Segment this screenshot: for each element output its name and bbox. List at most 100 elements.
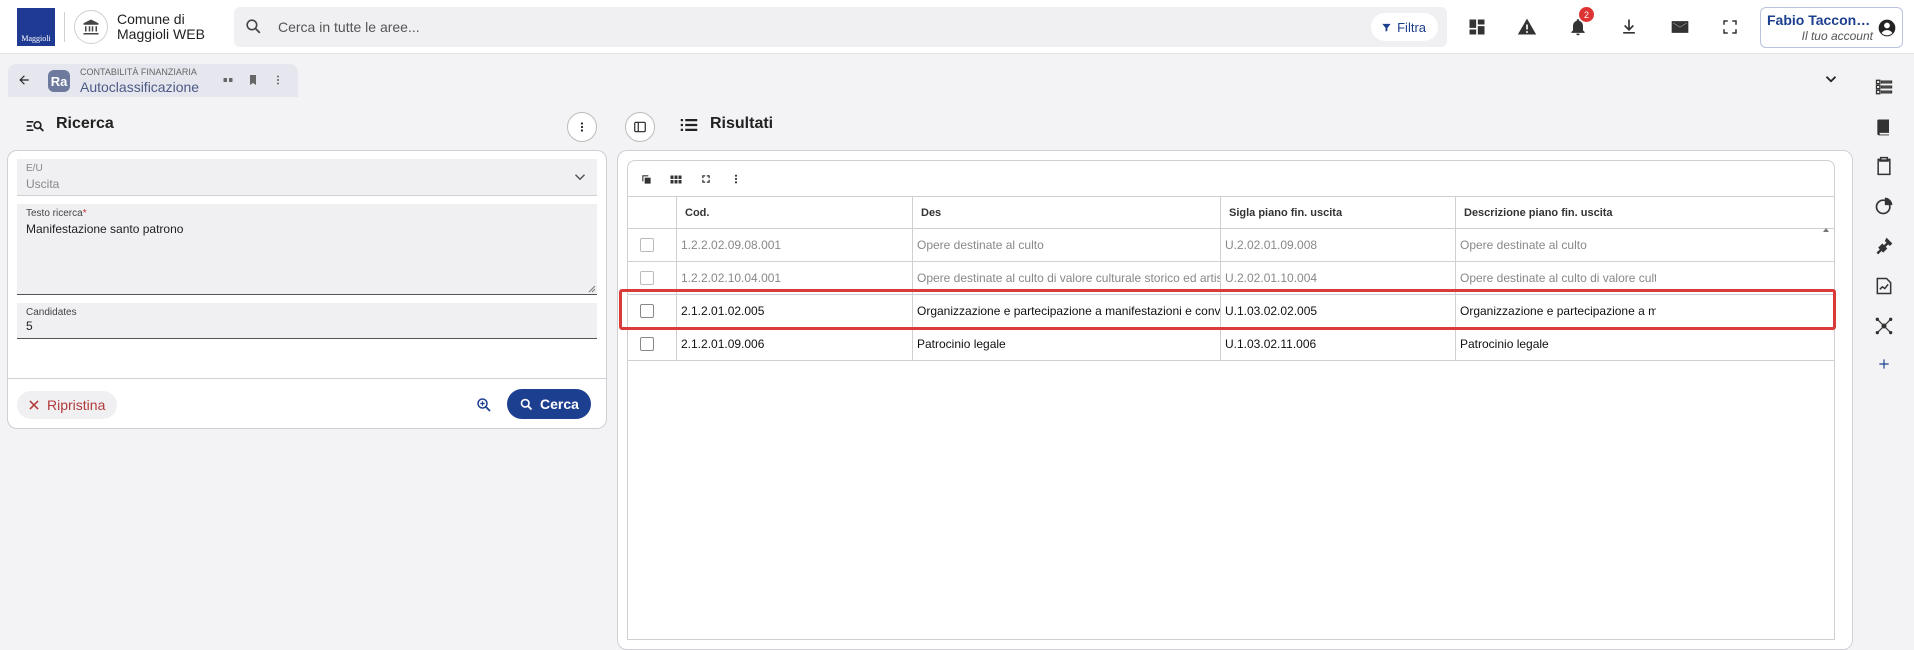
cell-sigla: U.1.03.02.11.006	[1221, 328, 1456, 360]
table-row[interactable]: 1.2.2.02.09.08.001 Opere destinate al cu…	[628, 229, 1834, 262]
cell-cod: 1.2.2.02.09.08.001	[677, 229, 913, 261]
column-header-sigla[interactable]: Sigla piano fin. uscita	[1221, 197, 1456, 228]
search-text-value: Manifestazione santo patrono	[26, 222, 184, 236]
org-name-line2: Maggioli WEB	[117, 26, 205, 42]
zoom-in-button[interactable]	[471, 392, 497, 418]
tab-module-label: CONTABILITÀ FINANZIARIA	[80, 67, 197, 77]
table-row[interactable]: 2.1.2.01.09.006 Patrocinio legale U.1.03…	[628, 328, 1834, 361]
search-text-field[interactable]: Testo ricerca* Manifestazione santo patr…	[17, 204, 597, 295]
search-text-label-text: Testo ricerca	[26, 208, 83, 219]
cell-descrizione: Patrocinio legale	[1460, 337, 1549, 351]
column-header-cod[interactable]: Cod.	[677, 197, 913, 228]
search-text-label: Testo ricerca*	[26, 208, 87, 219]
scroll-up-icon[interactable]	[1822, 226, 1830, 234]
grid-toolbar	[628, 161, 1834, 197]
tab-more-icon[interactable]	[272, 74, 284, 86]
notifications-icon[interactable]: 2	[1562, 7, 1594, 43]
zoom-in-icon	[475, 396, 493, 414]
search-form: E/U Uscita Testo ricerca* Manifestazione…	[7, 150, 607, 429]
search-more-button[interactable]	[567, 112, 597, 142]
account-subtitle: Il tuo account	[1801, 29, 1873, 43]
expand-icon[interactable]	[698, 171, 714, 187]
candidates-field[interactable]: Candidates 5	[17, 303, 597, 339]
global-search-input[interactable]	[278, 7, 1078, 47]
tab-autoclassificazione[interactable]: Ra CONTABILITÀ FINANZIARIA Autoclassific…	[8, 64, 298, 97]
bank-icon[interactable]	[74, 10, 108, 44]
fullscreen-icon[interactable]	[1714, 11, 1746, 43]
filter-icon	[1381, 22, 1392, 33]
table-row[interactable]: 2.1.2.01.02.005 Organizzazione e parteci…	[628, 295, 1834, 328]
bookmark-icon[interactable]	[247, 74, 259, 86]
results-card: Cod. Des Sigla piano fin. uscita Descriz…	[617, 150, 1853, 650]
maggioli-logo[interactable]: Maggioli	[17, 8, 55, 46]
cell-des: Organizzazione e partecipazione a manife…	[913, 295, 1221, 327]
resize-handle-icon[interactable]	[588, 285, 596, 293]
search-button[interactable]: Cerca	[507, 389, 591, 419]
report-icon[interactable]	[1873, 275, 1895, 297]
row-select-cell	[628, 229, 677, 261]
organization-name: Comune di Maggioli WEB	[117, 12, 205, 42]
notification-badge: 2	[1579, 7, 1594, 22]
column-header-des[interactable]: Des	[913, 197, 1221, 228]
row-checkbox[interactable]	[640, 304, 654, 318]
form-divider	[8, 378, 606, 379]
toggle-panel-button[interactable]	[625, 112, 655, 142]
cell-sigla: U.2.02.01.10.004	[1221, 262, 1456, 294]
chart-pie-icon[interactable]	[1873, 195, 1895, 217]
row-select-cell	[628, 328, 677, 360]
global-search: Filtra	[234, 7, 1447, 47]
reset-label: Ripristina	[47, 397, 106, 413]
row-checkbox[interactable]	[640, 238, 654, 252]
search-panel-title: Ricerca	[56, 115, 114, 132]
select-column-header	[628, 197, 677, 228]
checklist-icon[interactable]	[1873, 76, 1895, 98]
book-icon[interactable]	[1873, 116, 1895, 138]
table-row[interactable]: 1.2.2.02.10.04.001 Opere destinate al cu…	[628, 262, 1834, 295]
grid-header: Cod. Des Sigla piano fin. uscita Descriz…	[628, 197, 1834, 229]
back-arrow-icon[interactable]	[17, 73, 31, 87]
clipboard-icon[interactable]	[1873, 155, 1895, 177]
grid-more-icon[interactable]	[728, 171, 744, 187]
filter-button[interactable]: Filtra	[1371, 13, 1438, 41]
org-name-line1: Comune di	[117, 11, 185, 27]
eu-label: E/U	[26, 163, 43, 174]
cell-des: Opere destinate al culto di valore cultu…	[913, 262, 1221, 294]
cell-sigla: U.2.02.01.09.008	[1221, 229, 1456, 261]
chevron-down-icon[interactable]	[1822, 70, 1840, 88]
mail-icon[interactable]	[1664, 11, 1696, 43]
search-button-label: Cerca	[540, 396, 579, 412]
link-icon[interactable]	[222, 74, 234, 86]
cell-sigla: U.1.03.02.02.005	[1221, 295, 1456, 327]
logo-divider	[64, 12, 65, 42]
cell-cod: 1.2.2.02.10.04.001	[677, 262, 913, 294]
cell-cod: 2.1.2.01.09.006	[677, 328, 913, 360]
row-select-cell	[628, 295, 677, 327]
row-checkbox[interactable]	[640, 271, 654, 285]
search-icon	[244, 17, 263, 36]
eu-select[interactable]: E/U Uscita	[17, 159, 597, 196]
reset-button[interactable]: Ripristina	[17, 391, 118, 419]
results-grid: Cod. Des Sigla piano fin. uscita Descriz…	[627, 160, 1835, 640]
download-icon[interactable]	[1613, 11, 1645, 43]
cell-descrizione: Opere destinate al culto	[1460, 238, 1587, 252]
close-icon	[27, 398, 41, 412]
account-button[interactable]: Fabio Taccone... Il tuo account	[1760, 7, 1903, 48]
column-header-descrizione[interactable]: Descrizione piano fin. uscita	[1456, 197, 1656, 228]
add-icon[interactable]	[1873, 353, 1895, 375]
account-circle-icon	[1877, 18, 1897, 38]
row-checkbox[interactable]	[640, 337, 654, 351]
right-toolbar	[1854, 54, 1914, 625]
filter-label: Filtra	[1397, 19, 1426, 35]
copy-icon[interactable]	[638, 171, 654, 187]
dashboard-icon[interactable]	[1461, 11, 1493, 43]
columns-icon[interactable]	[668, 171, 684, 187]
candidates-label: Candidates	[26, 307, 77, 318]
warning-icon[interactable]	[1511, 11, 1543, 43]
cell-descrizione: Opere destinate al culto di valore cultu…	[1460, 271, 1656, 285]
required-mark: *	[82, 208, 87, 219]
more-vertical-icon	[576, 121, 588, 133]
cell-descrizione: Organizzazione e partecipazione a manife…	[1460, 304, 1656, 318]
network-icon[interactable]	[1873, 315, 1895, 337]
cell-cod: 2.1.2.01.02.005	[677, 295, 913, 327]
plugin-icon[interactable]	[1873, 235, 1895, 257]
